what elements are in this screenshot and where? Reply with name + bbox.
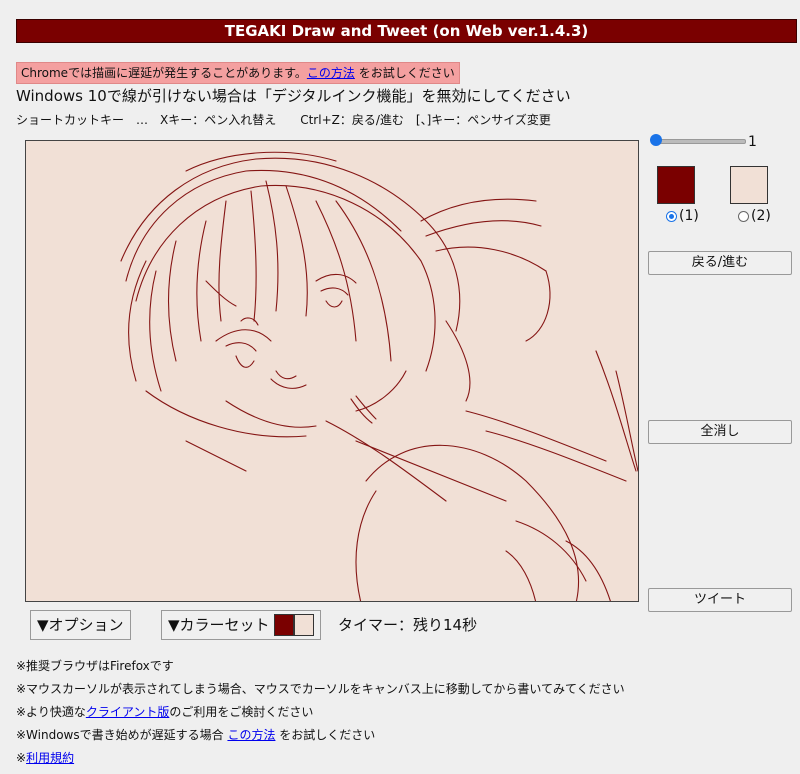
footer-line-firefox: ※推奨ブラウザはFirefoxです xyxy=(16,659,174,673)
footer-line-terms: ※利用規約 xyxy=(16,747,625,770)
color1-swatch[interactable] xyxy=(657,166,695,204)
color-set-toggle-button[interactable]: ▼カラーセット xyxy=(161,610,321,640)
chrome-fix-link[interactable]: この方法 xyxy=(307,66,355,80)
options-toggle-label: ▼オプション xyxy=(37,616,124,634)
color-set-preview-2 xyxy=(293,614,314,636)
color2-radio[interactable]: (2) xyxy=(738,208,771,224)
footer-notes: ※推奨ブラウザはFirefoxです ※マウスカーソルが表示されてしまう場合、マウ… xyxy=(16,655,625,770)
color1-radio[interactable]: (1) xyxy=(666,208,699,224)
color2-radio-button[interactable] xyxy=(738,210,749,222)
footer-client-prefix: ※より快適な xyxy=(16,705,86,719)
shortcut-keys-help: ショートカットキー … Xキー：ペン入れ替え Ctrl+Z：戻る/進む [、]キ… xyxy=(16,113,551,127)
sketch-drawing xyxy=(120,151,638,601)
chrome-warning-suffix: をお試しください xyxy=(354,66,455,80)
color-set-preview-1 xyxy=(273,614,294,636)
pen-size-value: 1 xyxy=(748,134,757,150)
color1-radio-label: (1) xyxy=(679,208,699,224)
footer-windows-suffix: をお試しください xyxy=(275,728,376,742)
color1-radio-button[interactable] xyxy=(666,210,677,222)
client-version-link[interactable]: クライアント版 xyxy=(86,705,170,719)
footer-line-cursor: ※マウスカーソルが表示されてしまう場合、マウスでカーソルをキャンバス上に移動して… xyxy=(16,682,625,696)
color-set-toggle-label: ▼カラーセット xyxy=(168,616,270,634)
footer-line-windows-delay: ※Windowsで書き始めが遅延する場合 この方法 をお試しください xyxy=(16,724,625,747)
pen-size-slider[interactable] xyxy=(650,133,746,149)
windows-ink-notice: Windows 10で線が引けない場合は「デジタルインク機能」を無効にしてくださ… xyxy=(16,87,571,105)
pen-size-knob[interactable] xyxy=(650,134,662,146)
undo-redo-button[interactable]: 戻る/進む xyxy=(648,251,792,275)
clear-all-button[interactable]: 全消し xyxy=(648,420,792,444)
color2-radio-label: (2) xyxy=(751,208,771,224)
chrome-warning-text: Chromeでは描画に遅延が発生することがあります。 xyxy=(21,66,307,80)
chrome-warning: Chromeでは描画に遅延が発生することがあります。この方法 をお試しください xyxy=(16,62,460,84)
pen-size-track xyxy=(656,139,746,144)
app-title: TEGAKI Draw and Tweet (on Web ver.1.4.3) xyxy=(16,19,797,43)
options-toggle-button[interactable]: ▼オプション xyxy=(30,610,131,640)
timer-readout: タイマー：残り14秒 xyxy=(338,616,478,634)
windows-fix-link[interactable]: この方法 xyxy=(227,728,275,742)
terms-link[interactable]: 利用規約 xyxy=(26,751,74,765)
footer-line-client: ※より快適なクライアント版のご利用をご検討ください xyxy=(16,701,625,724)
tweet-button[interactable]: ツイート xyxy=(648,588,792,612)
color2-swatch[interactable] xyxy=(730,166,768,204)
footer-terms-prefix: ※ xyxy=(16,751,27,765)
drawing-canvas[interactable] xyxy=(25,140,639,602)
footer-client-suffix: のご利用をご検討ください xyxy=(169,705,314,719)
footer-windows-prefix: ※Windowsで書き始めが遅延する場合 xyxy=(16,728,228,742)
